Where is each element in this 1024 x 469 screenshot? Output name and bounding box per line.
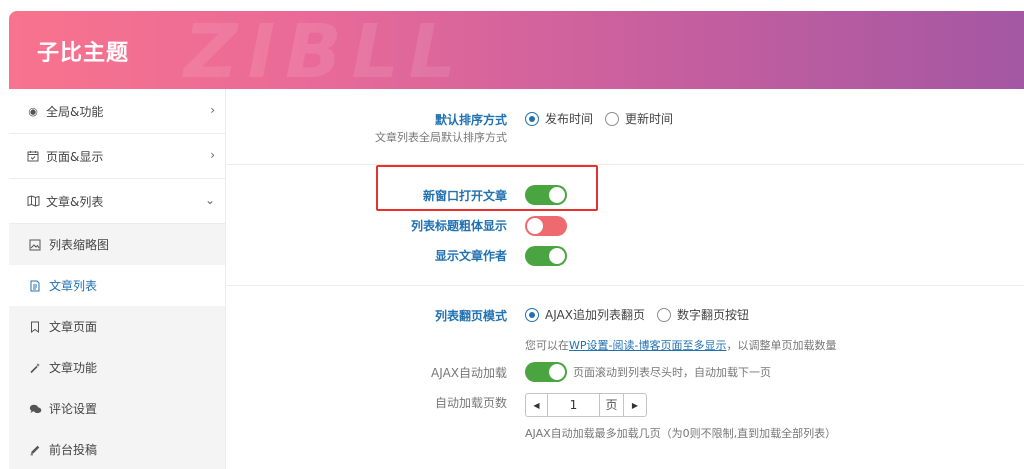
- radio-publish-time[interactable]: 发布时间: [525, 110, 593, 127]
- chevron-right-icon: ›: [210, 103, 215, 117]
- radio-dot[interactable]: [656, 307, 671, 322]
- auto-pages-input[interactable]: 1: [548, 394, 600, 416]
- show-author-control: [525, 246, 567, 266]
- sidebar-subitem-thumbnails[interactable]: 列表缩略图: [9, 224, 225, 265]
- calendar-icon: [26, 149, 40, 163]
- settings-main: 默认排序方式 文章列表全局默认排序方式 发布时间 更新时间 新窗口打开文章 列表…: [227, 89, 1024, 469]
- auto-pages-unit: 页: [600, 394, 624, 416]
- bold-title-switch[interactable]: [525, 216, 567, 236]
- document-icon: [28, 279, 42, 293]
- pencil-icon: [28, 443, 42, 457]
- paging-hint-suffix: ，以调整单页加载数量: [726, 339, 837, 352]
- section-toggles: 新窗口打开文章 列表标题粗体显示 显示文章作者: [227, 165, 1024, 286]
- switch-knob: [527, 218, 543, 234]
- sidebar-subitem-submission[interactable]: 前台投稿: [9, 429, 225, 469]
- bold-title-label: 列表标题粗体显示: [410, 219, 507, 233]
- sidebar-item-label: 全局&功能: [46, 104, 104, 119]
- radio-label: 更新时间: [625, 112, 674, 126]
- sidebar-item-label: 页面&显示: [46, 149, 104, 164]
- paging-radio-group: AJAX追加列表翻页 数字翻页按钮: [525, 306, 761, 323]
- wp-reading-settings-link[interactable]: WP设置-阅读-博客页面至多显示: [569, 339, 726, 352]
- sidebar-subitem-label: 文章页面: [49, 320, 98, 334]
- radio-ajax-append[interactable]: AJAX追加列表翻页: [525, 306, 645, 323]
- paging-label: 列表翻页模式: [434, 309, 507, 323]
- sort-radio-group: 发布时间 更新时间: [525, 110, 685, 127]
- switch-knob: [549, 248, 565, 264]
- sidebar-item-pages[interactable]: 页面&显示 ›: [9, 134, 225, 179]
- sidebar-subitem-label: 评论设置: [49, 402, 98, 416]
- chevron-right-icon: ›: [210, 148, 215, 162]
- auto-pages-stepper: ◀ 1 页 ▶: [525, 393, 647, 417]
- ajax-auto-label: AJAX自动加载: [431, 366, 507, 380]
- sidebar: ◉ 全局&功能 › 页面&显示 › 文章&列表 ⌄ 列表缩略图 文章列表 文章页…: [9, 89, 226, 469]
- ajax-auto-control: 页面滚动到列表尽头时，自动加载下一页: [525, 362, 771, 382]
- section-paging: 列表翻页模式 AJAX追加列表翻页 数字翻页按钮 您可以在WP设置-阅读-博客页…: [227, 286, 1024, 469]
- sidebar-item-label: 文章&列表: [46, 194, 104, 209]
- bookmark-icon: [28, 320, 42, 334]
- auto-pages-label: 自动加载页数: [434, 396, 507, 410]
- radio-dot-checked[interactable]: [525, 307, 539, 322]
- map-icon: [26, 194, 40, 208]
- radio-dot-checked[interactable]: [525, 111, 539, 126]
- sidebar-subitem-post-page[interactable]: 文章页面: [9, 306, 225, 347]
- highlight-box: [376, 165, 598, 211]
- ajax-auto-switch[interactable]: [525, 362, 567, 382]
- settings-page: ZIBLL 子比主题 ◉ 全局&功能 › 页面&显示 › 文章&列表 ⌄ 列表缩…: [0, 0, 1024, 469]
- paging-hint-prefix: 您可以在: [525, 339, 569, 352]
- decrement-button[interactable]: ◀: [526, 394, 548, 416]
- chevron-down-icon: ⌄: [204, 193, 215, 207]
- section-sort: 默认排序方式 文章列表全局默认排序方式 发布时间 更新时间: [227, 89, 1024, 165]
- comments-icon: [28, 402, 42, 416]
- radio-label: 数字翻页按钮: [676, 308, 749, 322]
- sidebar-subitem-comments[interactable]: 评论设置: [9, 388, 225, 429]
- sidebar-subitem-label: 文章列表: [49, 279, 98, 293]
- brand-title: 子比主题: [37, 41, 130, 66]
- sidebar-item-global[interactable]: ◉ 全局&功能 ›: [9, 89, 225, 134]
- sidebar-subitem-label: 文章功能: [49, 361, 98, 375]
- radio-label: 发布时间: [545, 112, 594, 126]
- show-author-switch[interactable]: [525, 246, 567, 266]
- bold-title-control: [525, 216, 567, 236]
- sidebar-subitem-label: 列表缩略图: [49, 238, 110, 252]
- show-author-label: 显示文章作者: [434, 249, 507, 263]
- header-watermark: ZIBLL: [184, 11, 466, 89]
- radio-number-buttons[interactable]: 数字翻页按钮: [656, 306, 749, 323]
- sidebar-subitem-post-features[interactable]: 文章功能: [9, 347, 225, 388]
- radio-update-time[interactable]: 更新时间: [605, 110, 673, 127]
- sort-label: 默认排序方式: [434, 113, 507, 127]
- auto-pages-hint: AJAX自动加载最多加载几页（为0则不限制,直到加载全部列表）: [525, 427, 837, 440]
- sidebar-subitem-post-list[interactable]: 文章列表: [9, 265, 225, 306]
- switch-knob: [549, 364, 565, 380]
- radio-label: AJAX追加列表翻页: [545, 308, 645, 322]
- paging-hint: 您可以在WP设置-阅读-博客页面至多显示，以调整单页加载数量: [525, 337, 836, 353]
- radio-dot[interactable]: [605, 111, 620, 126]
- ajax-auto-desc: 页面滚动到列表尽头时，自动加载下一页: [573, 366, 771, 379]
- sidebar-submenu: 列表缩略图 文章列表 文章页面 文章功能 评论设置 前台投稿: [9, 224, 225, 469]
- sidebar-item-posts[interactable]: 文章&列表 ⌄: [9, 179, 225, 224]
- magic-wand-icon: [28, 361, 42, 375]
- auto-pages-control: ◀ 1 页 ▶: [525, 393, 647, 417]
- image-icon: [28, 238, 42, 252]
- target-icon: ◉: [28, 104, 38, 118]
- sort-desc: 文章列表全局默认排序方式: [375, 131, 507, 144]
- increment-button[interactable]: ▶: [624, 394, 646, 416]
- header-banner: ZIBLL 子比主题: [9, 11, 1024, 89]
- sidebar-subitem-label: 前台投稿: [49, 443, 98, 457]
